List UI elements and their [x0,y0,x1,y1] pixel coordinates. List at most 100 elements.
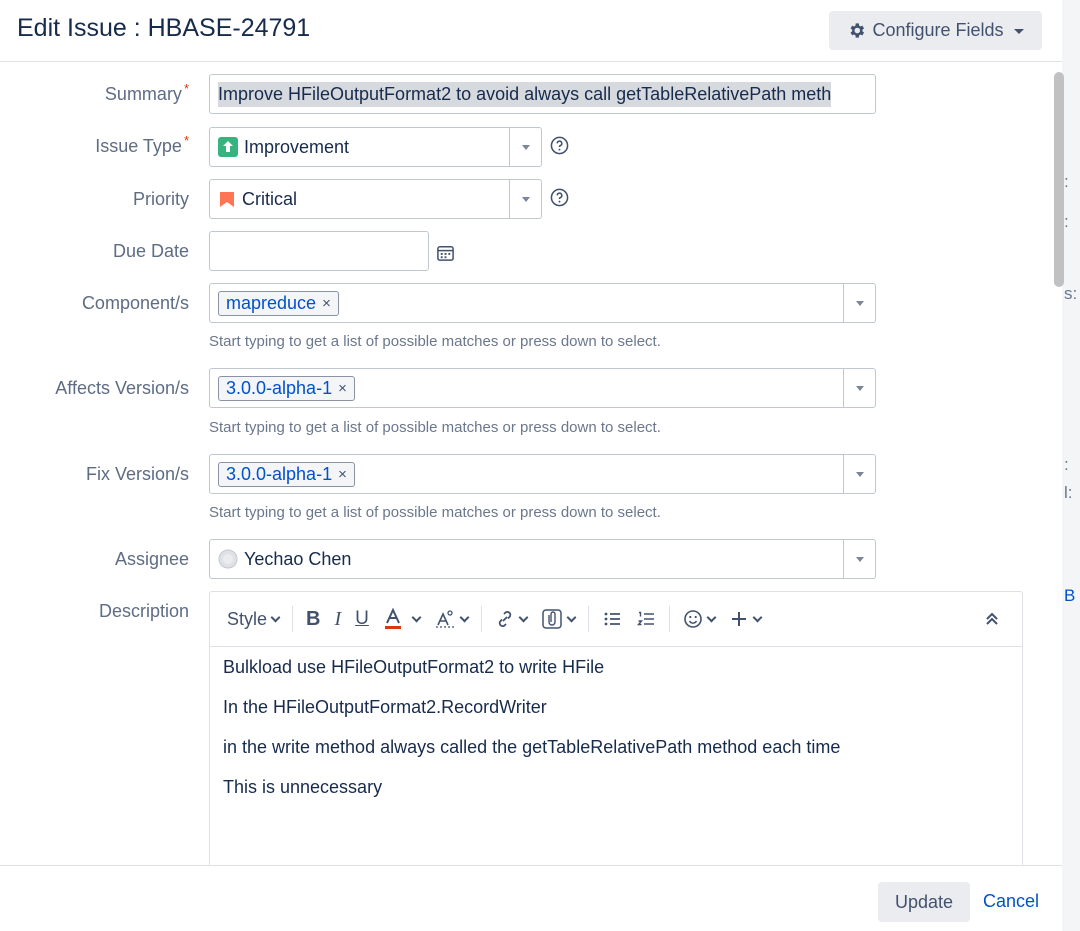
bullet-list-button[interactable] [595,602,629,636]
collapse-toolbar-button[interactable] [978,602,1006,636]
assignee-value: Yechao Chen [244,548,352,569]
link-button[interactable] [488,602,534,636]
assignee-select[interactable]: Yechao Chen [209,539,876,579]
description-paragraph: In the HFileOutputFormat2.RecordWriter [223,697,547,717]
configure-fields-label: Configure Fields [872,20,1004,40]
dropdown-toggle[interactable] [509,128,541,166]
chevron-down-icon [518,612,529,622]
emoji-icon [684,610,702,628]
avatar [218,549,238,569]
underline-icon: U [355,608,369,629]
remove-tag-icon[interactable]: × [338,380,347,397]
field-hint: Start typing to get a list of possible m… [209,419,661,436]
summary-label: Summary * [104,81,189,104]
affects-version-label: Affects Version/s [55,378,189,398]
background-text: : [1064,455,1069,474]
description-editor[interactable]: Style B I U Bulkload use HFileOutputForm… [209,591,1023,865]
priority-label: Priority [132,189,189,209]
double-chevron-up-icon [986,612,998,625]
dialog-content: Summary * Improve HFileOutputFormat2 to a… [0,63,1062,865]
chevron-down-icon [459,612,470,622]
more-formatting-icon [435,610,454,628]
cancel-link[interactable]: Cancel [983,891,1039,912]
chevron-down-icon [855,300,864,306]
description-text[interactable]: Bulkload use HFileOutputFormat2 to write… [210,647,1022,827]
chevron-down-icon [566,612,577,622]
scrollbar[interactable] [1054,72,1064,287]
dropdown-toggle[interactable] [843,455,875,493]
critical-priority-icon [220,192,234,207]
bold-button[interactable]: B [299,602,327,636]
due-date-input[interactable] [209,231,429,271]
chevron-down-icon [706,612,717,622]
background-text: B [1064,586,1076,605]
help-icon[interactable] [550,136,569,155]
insert-button[interactable] [722,602,768,636]
summary-value: Improve HFileOutputFormat2 to avoid alwa… [218,81,832,107]
numbered-list-icon [636,611,654,626]
version-tag[interactable]: 3.0.0-alpha-1 × [218,375,355,401]
text-color-button[interactable] [376,602,427,636]
remove-tag-icon[interactable]: × [322,295,331,312]
chevron-down-icon [855,471,864,477]
text-color-icon [384,608,401,629]
chevron-down-icon [411,612,422,622]
dropdown-toggle[interactable] [843,540,875,578]
fix-version-multiselect[interactable]: 3.0.0-alpha-1 × [209,454,876,494]
plus-icon [731,612,746,626]
background-text: l: [1064,483,1073,502]
field-hint: Start typing to get a list of possible m… [209,504,661,521]
background-text: : [1064,172,1069,191]
required-marker: * [183,133,189,148]
components-label: Component/s [81,293,189,313]
gear-icon [851,23,865,38]
remove-tag-icon[interactable]: × [338,466,347,483]
chevron-down-icon [855,385,864,391]
priority-select[interactable]: Critical [209,179,542,219]
chevron-down-icon [752,612,763,622]
due-date-label: Due Date [112,241,189,261]
chevron-down-icon [521,144,530,150]
dialog-footer: Update Cancel [0,865,1062,931]
description-paragraph: in the write method always called the ge… [223,737,841,757]
underline-button[interactable]: U [348,602,376,636]
chevron-down-icon [1013,29,1024,34]
update-button[interactable]: Update [878,882,970,922]
field-hint: Start typing to get a list of possible m… [209,333,661,350]
components-multiselect[interactable]: mapreduce × [209,283,876,323]
edit-issue-dialog: Edit Issue : HBASE-24791 Configure Field… [0,0,1064,931]
dropdown-toggle[interactable] [509,180,541,218]
summary-input[interactable]: Improve HFileOutputFormat2 to avoid alwa… [209,74,876,114]
italic-icon: I [334,607,342,630]
affects-version-multiselect[interactable]: 3.0.0-alpha-1 × [209,368,876,408]
issue-type-select[interactable]: Improvement [209,127,542,167]
description-paragraph: This is unnecessary [223,777,383,797]
version-tag[interactable]: 3.0.0-alpha-1 × [218,461,355,487]
bold-icon: B [306,607,321,630]
required-marker: * [183,81,189,96]
chevron-down-icon [855,556,864,562]
calendar-icon[interactable] [436,243,455,262]
assignee-label: Assignee [114,549,189,569]
dialog-header: Edit Issue : HBASE-24791 Configure Field… [0,0,1062,62]
help-icon[interactable] [550,188,569,207]
link-icon [498,611,512,627]
chevron-down-icon [521,196,530,202]
emoji-button[interactable] [676,602,722,636]
configure-fields-button[interactable]: Configure Fields [829,11,1042,50]
italic-button[interactable]: I [327,602,348,636]
issue-type-label: Issue Type * [95,133,189,156]
component-tag[interactable]: mapreduce × [218,290,339,316]
style-dropdown[interactable]: Style [220,602,286,636]
improvement-icon [218,137,238,157]
background-text: s: [1064,284,1078,303]
issue-type-value: Improvement [244,136,350,157]
description-label: Description [98,601,189,621]
more-formatting-button[interactable] [427,602,475,636]
attachment-button[interactable] [534,602,582,636]
numbered-list-button[interactable] [629,602,663,636]
dropdown-toggle[interactable] [843,284,875,322]
dropdown-toggle[interactable] [843,369,875,407]
editor-toolbar: Style B I U [210,592,1022,647]
bullet-list-icon [604,612,620,626]
